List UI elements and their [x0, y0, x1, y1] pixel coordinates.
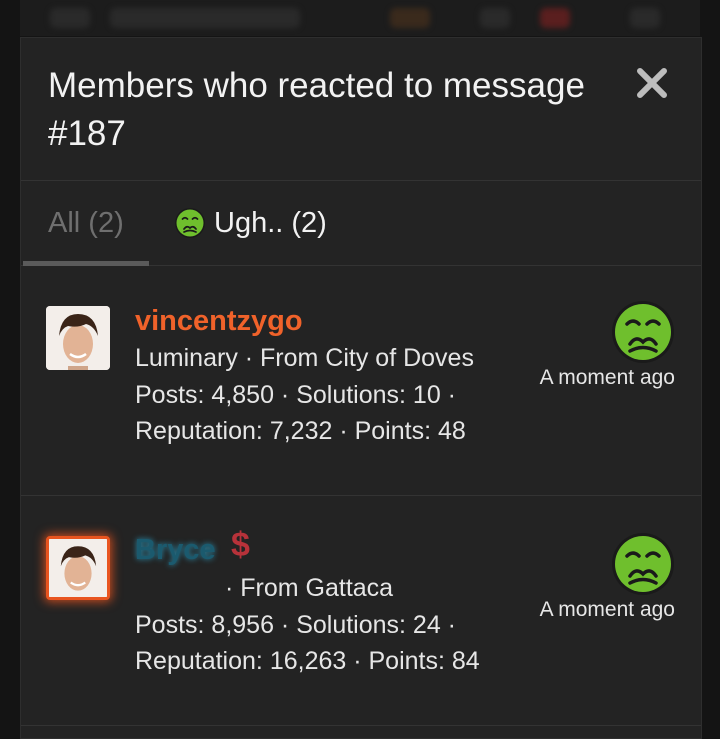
tab-all[interactable]: All (2) — [48, 203, 124, 243]
background-menu-icon — [50, 8, 90, 28]
dialog-header: Members who reacted to message #187 — [21, 38, 701, 181]
background-header — [20, 0, 700, 36]
premium-badge: $ — [231, 526, 250, 564]
sick-face-icon — [612, 301, 674, 363]
background-search-icon — [630, 8, 660, 28]
background-logo — [110, 8, 300, 28]
reaction-tabs: All (2) Ugh.. (2) — [21, 181, 701, 266]
reaction-time: A moment ago — [539, 366, 675, 389]
close-icon — [637, 68, 667, 98]
tab-ugh-label: Ugh.. (2) — [214, 207, 327, 239]
sick-face-icon — [612, 533, 674, 595]
member-stats-line: Reputation: 16,263 · Points: 84 — [135, 647, 480, 675]
tab-ugh[interactable]: Ugh.. (2) — [174, 203, 327, 243]
member-stats-line: Posts: 4,850 · Solutions: 10 · — [135, 380, 457, 409]
reactions-dialog: Members who reacted to message #187 All … — [20, 37, 702, 739]
member-title-line: Luminary · From City of Doves — [135, 344, 474, 372]
avatar[interactable] — [46, 306, 110, 370]
member-row: Bryce $ · From Gattaca Posts: 8,956 · So… — [21, 496, 701, 726]
background-alert-icon — [540, 8, 570, 28]
close-button[interactable] — [635, 66, 669, 100]
tab-all-label: All (2) — [48, 207, 124, 239]
member-stats-line: Reputation: 7,232 · Points: 48 — [135, 417, 466, 445]
reaction-time: A moment ago — [539, 598, 675, 621]
member-stats-line: Posts: 8,956 · Solutions: 24 · — [135, 610, 457, 639]
username-link[interactable]: Bryce — [135, 530, 216, 570]
background-avatar-icon — [390, 8, 430, 28]
member-details: Luminary · From City of Doves Posts: 4,8… — [135, 340, 525, 450]
member-title-line: · From Gattaca — [225, 574, 394, 602]
background-mail-icon — [480, 8, 510, 28]
username-link[interactable]: vincentzygo — [135, 301, 303, 341]
avatar-photo — [46, 306, 110, 370]
avatar[interactable] — [46, 536, 110, 600]
dialog-title: Members who reacted to message #187 — [48, 66, 585, 153]
member-row: vincentzygo Luminary · From City of Dove… — [21, 266, 701, 496]
sick-face-icon — [175, 208, 205, 238]
avatar-photo — [49, 539, 107, 597]
member-details: · From Gattaca Posts: 8,956 · Solutions:… — [135, 570, 525, 680]
